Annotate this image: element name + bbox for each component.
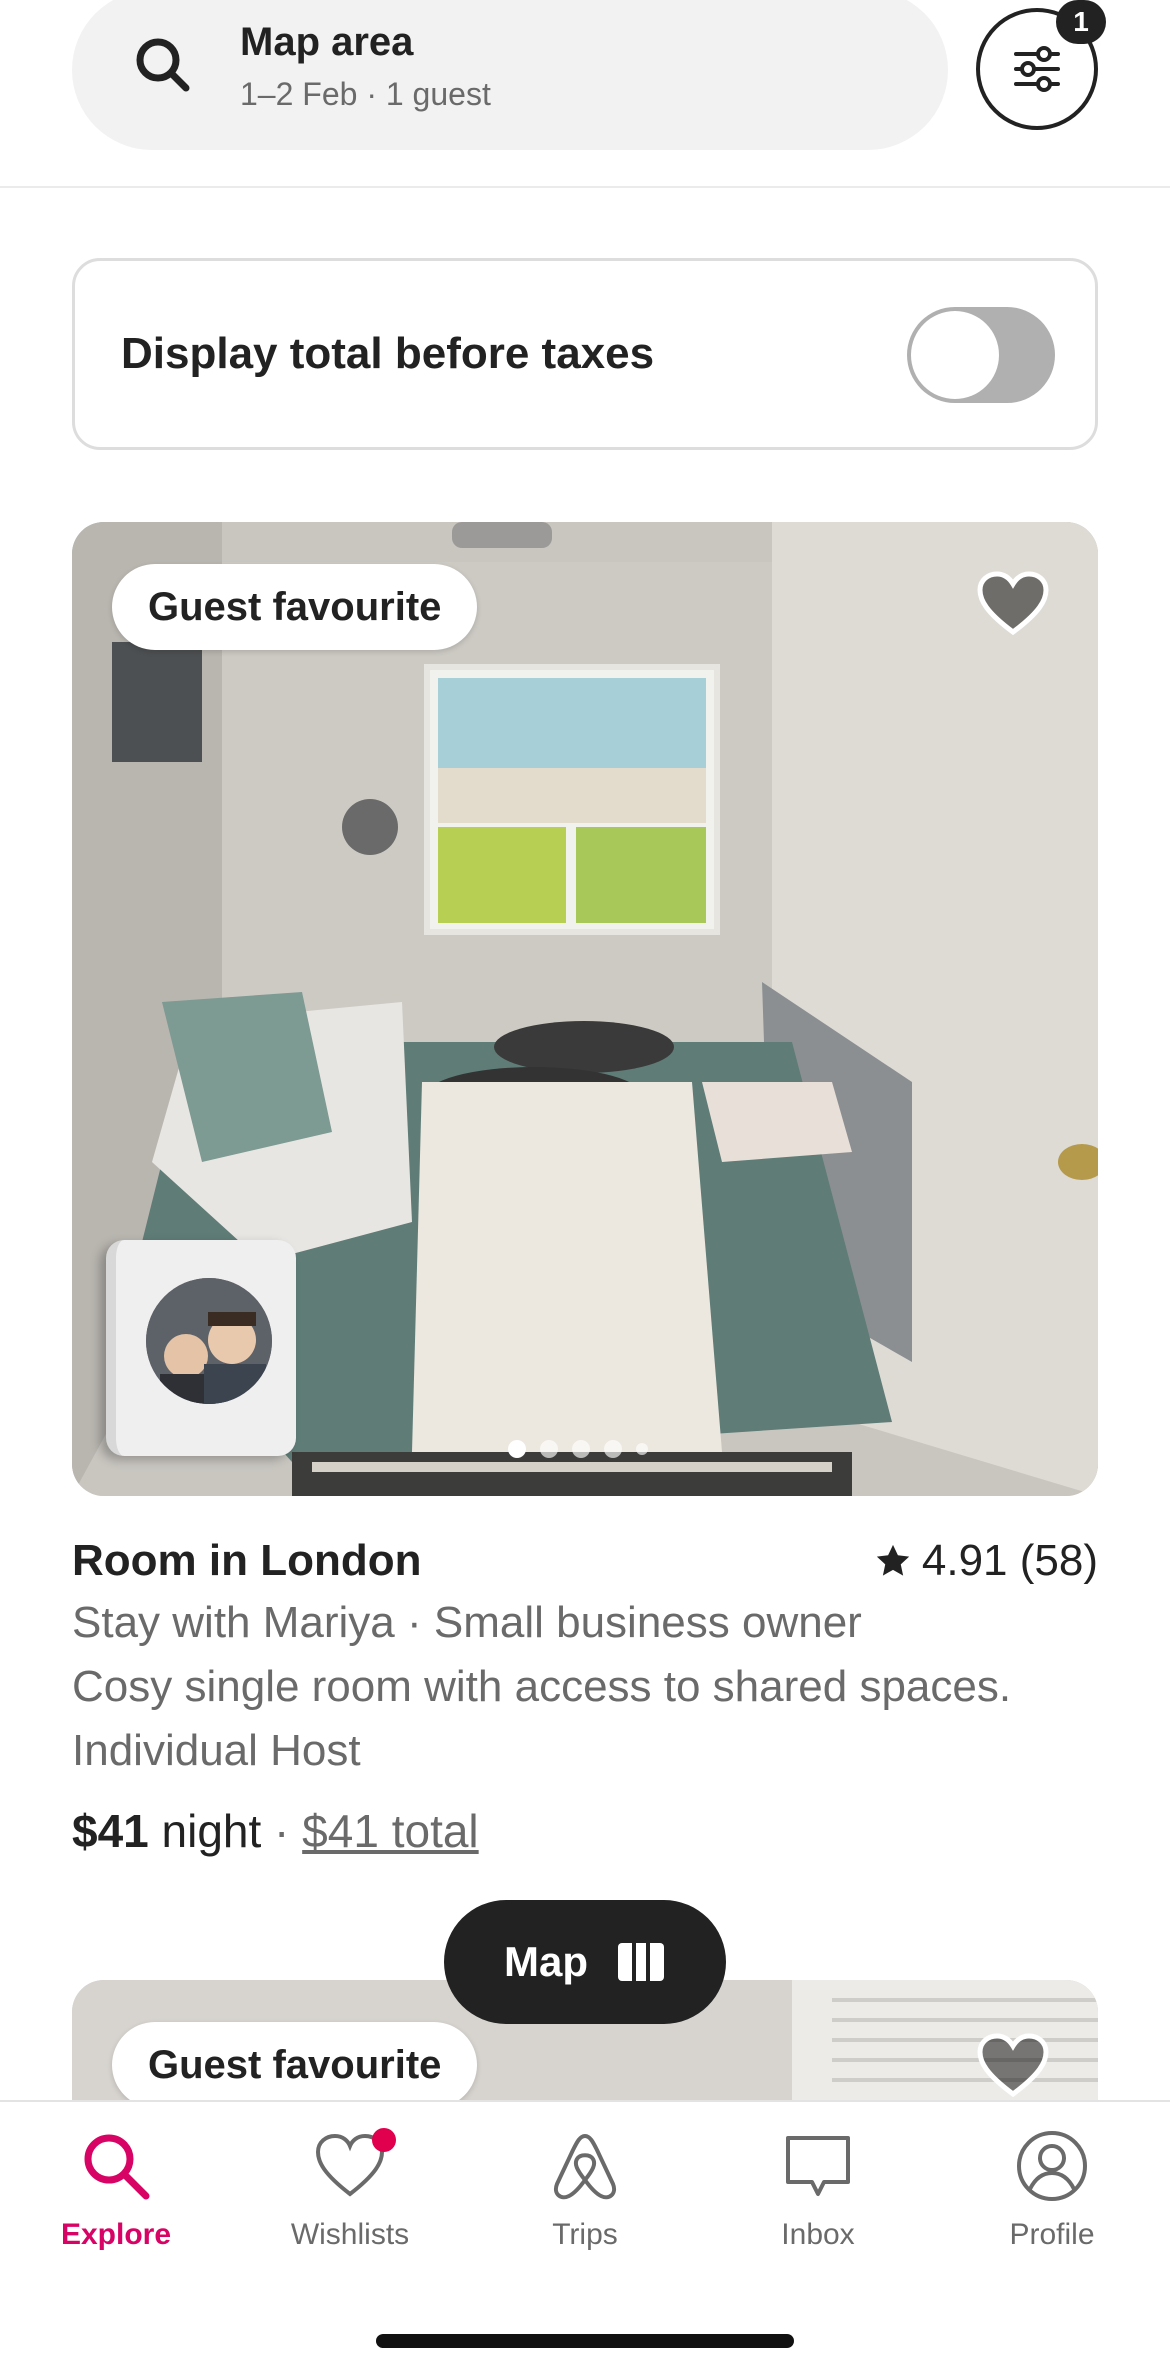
notification-dot <box>372 2128 396 2152</box>
listing-description: Cosy single room with access to shared s… <box>72 1662 1012 1711</box>
search-title: Map area <box>240 20 414 64</box>
airbnb-logo-icon <box>554 2134 616 2200</box>
chat-icon <box>786 2136 850 2196</box>
rating-value: 4.91 (58) <box>921 1536 1098 1585</box>
filter-count-badge: 1 <box>1056 0 1106 44</box>
wishlist-heart-icon-2[interactable] <box>976 2032 1050 2098</box>
tab-explore[interactable]: Explore <box>26 2128 206 2252</box>
photo-pagination-dots <box>508 1440 648 1458</box>
tab-label: Wishlists <box>290 2218 410 2251</box>
listing-title[interactable]: Room in London <box>72 1536 421 1586</box>
listing-rating: 4.91 (58) <box>874 1536 1098 1586</box>
map-button[interactable]: Map <box>444 1900 726 2024</box>
guest-favourite-badge: Guest favourite <box>112 564 478 650</box>
tab-label: Profile <box>1009 2218 1095 2251</box>
photo-dot <box>508 1440 526 1458</box>
tab-label: Inbox <box>781 2218 855 2251</box>
tab-label: Trips <box>552 2218 618 2251</box>
search-icon <box>84 2134 150 2200</box>
photo-dot <box>604 1440 622 1458</box>
user-circle-icon <box>1017 2131 1087 2201</box>
photo-dot <box>572 1440 590 1458</box>
listing-price: $41 night · $41 total <box>72 1804 479 1858</box>
guest-favourite-badge-2: Guest favourite <box>112 2022 478 2100</box>
host-avatar-card[interactable] <box>106 1240 296 1456</box>
home-indicator <box>376 2334 794 2348</box>
price-separator: · <box>261 1805 303 1857</box>
host-avatar <box>146 1278 272 1404</box>
tax-toggle-label: Display total before taxes <box>121 329 655 378</box>
search-subtitle: 1–2 Feb · 1 guest <box>240 76 491 112</box>
wishlist-heart-icon[interactable] <box>976 570 1050 636</box>
tab-inbox[interactable]: Inbox <box>728 2128 908 2252</box>
search-bar[interactable]: Map area 1–2 Feb · 1 guest <box>72 0 948 150</box>
bottom-tab-bar: Explore Wishlists Trips Inbox Profile <box>0 2100 1170 2374</box>
header-divider <box>0 186 1170 188</box>
tab-trips[interactable]: Trips <box>495 2128 675 2252</box>
toggle-knob <box>911 311 999 399</box>
tax-toggle-card: Display total before taxes <box>72 258 1098 450</box>
tab-profile[interactable]: Profile <box>962 2128 1142 2252</box>
photo-dot <box>540 1440 558 1458</box>
listing-host-line: Stay with Mariya · Small business owner <box>72 1598 862 1647</box>
map-button-label: Map <box>504 1938 588 1985</box>
tab-label: Explore <box>60 2218 172 2251</box>
listing-host-type: Individual Host <box>72 1726 361 1775</box>
price-amount: $41 <box>72 1805 149 1857</box>
tax-toggle-switch[interactable] <box>907 307 1055 403</box>
map-icon <box>618 1943 664 1981</box>
star-icon <box>876 1544 910 1576</box>
search-icon <box>136 38 190 92</box>
price-total-link[interactable]: $41 total <box>302 1805 478 1857</box>
listing-photo[interactable]: Guest favourite <box>72 522 1098 1496</box>
photo-dot <box>636 1443 648 1455</box>
tab-wishlists[interactable]: Wishlists <box>260 2128 440 2252</box>
price-unit: night <box>148 1805 262 1857</box>
filter-sliders-icon <box>1014 46 1060 92</box>
